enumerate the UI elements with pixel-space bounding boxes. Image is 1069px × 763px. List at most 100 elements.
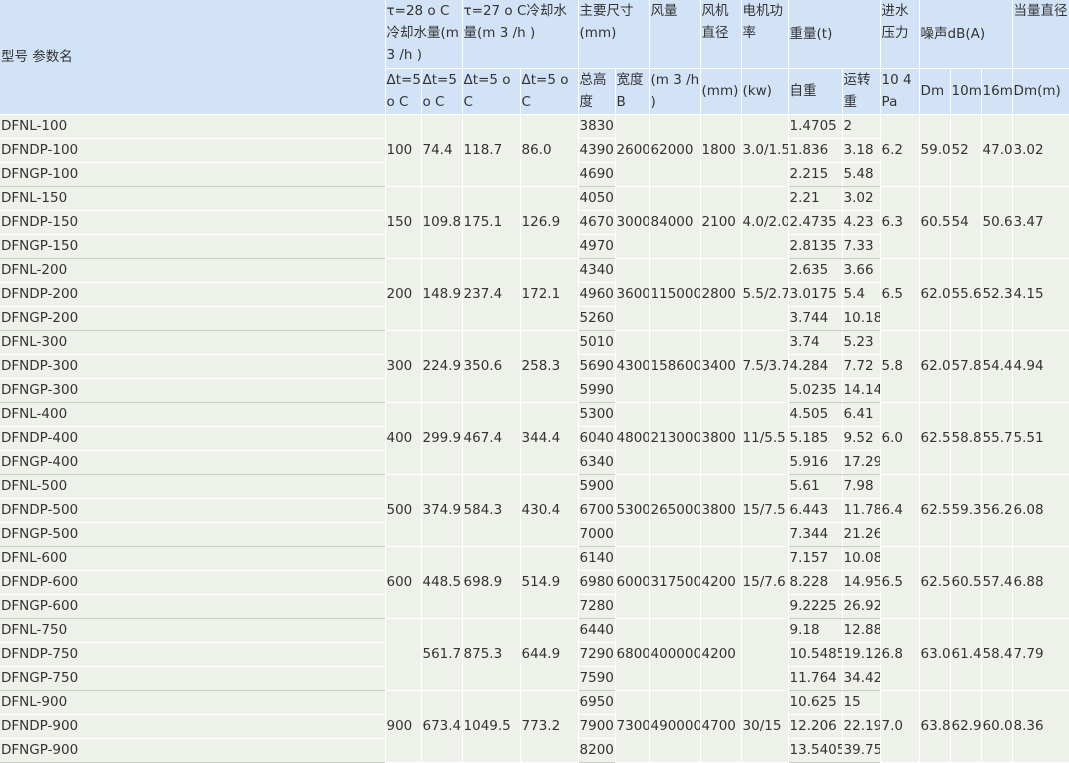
width-cell: 7300 bbox=[615, 690, 650, 763]
flow-1-cell: 150 bbox=[385, 186, 422, 259]
model-cell: DFNDP-400 bbox=[0, 426, 386, 451]
flow-3-cell: 698.9 bbox=[462, 546, 521, 619]
inlet-pressure-cell: 6.2 bbox=[880, 114, 920, 187]
flow-4-cell: 773.2 bbox=[520, 690, 579, 763]
op-weight-cell: 9.52 bbox=[842, 426, 881, 451]
motor-power-cell: 30/15 bbox=[741, 690, 789, 763]
flow-3-cell: 584.3 bbox=[462, 474, 521, 547]
motor-power-cell: 11/5.5 bbox=[741, 402, 789, 475]
flow-2-cell: 74.4 bbox=[421, 114, 463, 187]
flow-1-cell: 200 bbox=[385, 258, 422, 331]
model-cell: DFNDP-200 bbox=[0, 282, 386, 307]
flow-4-cell: 86.0 bbox=[520, 114, 579, 187]
fan-diameter-cell: 1800 bbox=[700, 114, 742, 187]
total-height-cell: 7000 bbox=[578, 522, 616, 547]
model-cell: DFNGP-150 bbox=[0, 234, 386, 259]
op-weight-cell: 7.33 bbox=[842, 234, 881, 259]
model-cell: DFNL-150 bbox=[0, 186, 386, 211]
self-weight-cell: 10.5485 bbox=[788, 642, 843, 667]
model-cell: DFNDP-300 bbox=[0, 354, 386, 379]
air-volume-cell: 84000 bbox=[649, 186, 701, 259]
noise-dm-cell: 62.0 bbox=[919, 258, 951, 331]
model-cell: DFNGP-500 bbox=[0, 522, 386, 547]
flow-2-cell: 109.8 bbox=[421, 186, 463, 259]
self-weight-cell: 2.21 bbox=[788, 186, 843, 211]
fan-diameter-cell: 4200 bbox=[700, 618, 742, 691]
op-weight-cell: 3.66 bbox=[842, 258, 881, 283]
flow-1-cell: 100 bbox=[385, 114, 422, 187]
total-height-cell: 3830 bbox=[578, 114, 616, 139]
model-cell: DFNGP-200 bbox=[0, 306, 386, 331]
total-height-cell: 6980 bbox=[578, 570, 616, 595]
motor-power-cell: 3.0/1.5 bbox=[741, 114, 789, 187]
total-height-cell: 4340 bbox=[578, 258, 616, 283]
flow-4-cell: 430.4 bbox=[520, 474, 579, 547]
op-weight-cell: 14.14 bbox=[842, 378, 881, 403]
width-cell: 3600 bbox=[615, 258, 650, 331]
op-weight-cell: 6.41 bbox=[842, 402, 881, 427]
op-weight-cell: 15 bbox=[842, 690, 881, 715]
header-air-volume: 风量 bbox=[649, 0, 701, 69]
self-weight-cell: 2.635 bbox=[788, 258, 843, 283]
table-row: DFNL-400 400 299.9 467.4 344.4 5300 4800 213000… bbox=[0, 402, 1069, 475]
self-weight-cell: 2.215 bbox=[788, 162, 843, 187]
spec-table: 型号 参数名 τ=28 o C冷却水量(m 3 /h ) τ=27 o C冷却水… bbox=[0, 0, 1069, 763]
inlet-pressure-cell: 7.0 bbox=[880, 690, 920, 763]
header-flow-28: τ=28 o C冷却水量(m 3 /h ) bbox=[385, 0, 463, 69]
header-dm-unit: Dm(m) bbox=[1012, 68, 1069, 115]
flow-4-cell: 344.4 bbox=[520, 402, 579, 475]
op-weight-cell: 7.98 bbox=[842, 474, 881, 499]
width-cell: 4800 bbox=[615, 402, 650, 475]
op-weight-cell: 11.78 bbox=[842, 498, 881, 523]
self-weight-cell: 7.157 bbox=[788, 546, 843, 571]
fan-diameter-cell: 2800 bbox=[700, 258, 742, 331]
op-weight-cell: 5.4 bbox=[842, 282, 881, 307]
noise-16m-cell: 57.4 bbox=[981, 546, 1013, 619]
model-cell: DFNGP-750 bbox=[0, 666, 386, 691]
total-height-cell: 4970 bbox=[578, 234, 616, 259]
self-weight-cell: 3.744 bbox=[788, 306, 843, 331]
noise-16m-cell: 60.0 bbox=[981, 690, 1013, 763]
flow-3-cell: 875.3 bbox=[462, 618, 521, 691]
air-volume-cell: 158600 bbox=[649, 330, 701, 403]
op-weight-cell: 3.02 bbox=[842, 186, 881, 211]
total-height-cell: 4050 bbox=[578, 186, 616, 211]
flow-1-cell: 900 bbox=[385, 690, 422, 763]
noise-16m-cell: 55.7 bbox=[981, 402, 1013, 475]
self-weight-cell: 12.206 bbox=[788, 714, 843, 739]
equiv-diameter-cell: 5.51 bbox=[1012, 402, 1069, 475]
total-height-cell: 6440 bbox=[578, 618, 616, 643]
noise-10m-cell: 54 bbox=[950, 186, 982, 259]
table-row: DFNL-500 500 374.9 584.3 430.4 5900 5300 265000… bbox=[0, 474, 1069, 547]
noise-dm-cell: 62.0 bbox=[919, 330, 951, 403]
equiv-diameter-cell: 6.88 bbox=[1012, 546, 1069, 619]
total-height-cell: 5990 bbox=[578, 378, 616, 403]
self-weight-cell: 4.284 bbox=[788, 354, 843, 379]
self-weight-cell: 5.185 bbox=[788, 426, 843, 451]
op-weight-cell: 17.29 bbox=[842, 450, 881, 475]
header-air-unit: (m 3 /h ) bbox=[649, 68, 701, 115]
equiv-diameter-cell: 8.36 bbox=[1012, 690, 1069, 763]
width-cell: 6800 bbox=[615, 618, 650, 691]
op-weight-cell: 7.72 bbox=[842, 354, 881, 379]
flow-2-cell: 299.9 bbox=[421, 402, 463, 475]
header-noise-16m: 16m bbox=[981, 68, 1013, 115]
header-fan-diameter: 风机直径 bbox=[700, 0, 742, 69]
model-cell: DFNL-300 bbox=[0, 330, 386, 355]
flow-2-cell: 561.7 bbox=[421, 618, 463, 691]
self-weight-cell: 6.443 bbox=[788, 498, 843, 523]
header-motor-power: 电机功率 bbox=[741, 0, 789, 69]
total-height-cell: 7590 bbox=[578, 666, 616, 691]
model-cell: DFNL-750 bbox=[0, 618, 386, 643]
noise-dm-cell: 63.0 bbox=[919, 618, 951, 691]
total-height-cell: 4690 bbox=[578, 162, 616, 187]
noise-16m-cell: 47.0 bbox=[981, 114, 1013, 187]
table-row: DFNL-300 300 224.9 350.6 258.3 5010 4300 158600… bbox=[0, 330, 1069, 403]
motor-power-cell: 5.5/2.7 bbox=[741, 258, 789, 331]
noise-10m-cell: 61.4 bbox=[950, 618, 982, 691]
flow-2-cell: 673.4 bbox=[421, 690, 463, 763]
header-dt-2: Δt=5 o C bbox=[421, 68, 463, 115]
width-cell: 2600 bbox=[615, 114, 650, 187]
inlet-pressure-cell: 6.5 bbox=[880, 258, 920, 331]
total-height-cell: 5300 bbox=[578, 402, 616, 427]
